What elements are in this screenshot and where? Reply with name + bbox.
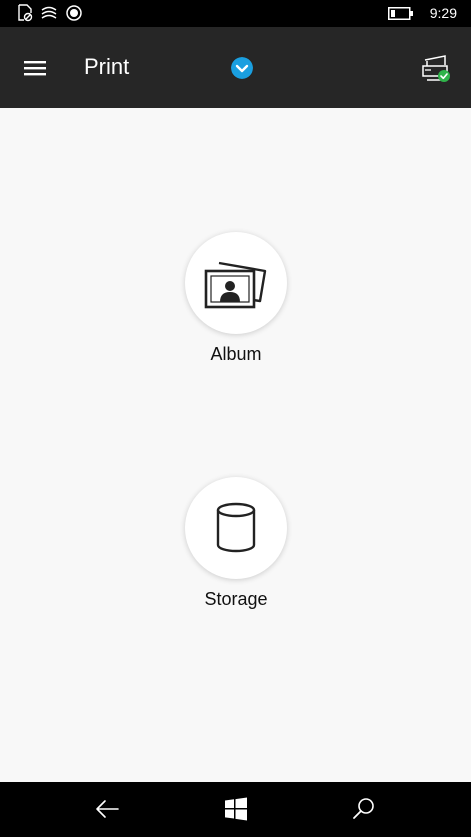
record-icon [66, 5, 82, 21]
clock: 9:29 [429, 5, 457, 21]
app-bar: Print [0, 27, 471, 108]
windows-start-icon[interactable] [224, 797, 248, 821]
album-button[interactable] [185, 232, 287, 334]
page-title: Print [84, 54, 130, 79]
storage-icon [216, 502, 256, 553]
back-arrow-icon[interactable] [94, 797, 120, 821]
storage-tile[interactable]: Storage [160, 477, 312, 610]
album-icon [204, 261, 267, 309]
chevron-down-icon[interactable] [231, 57, 253, 79]
storage-button[interactable] [185, 477, 287, 579]
navigation-bar [0, 782, 471, 837]
status-bar: 9:29 [0, 0, 471, 27]
album-tile[interactable]: Album [160, 232, 312, 365]
search-icon[interactable] [352, 797, 376, 821]
album-label: Album [210, 344, 262, 364]
hamburger-menu-icon[interactable] [22, 57, 48, 79]
main-content: Album Storage [0, 108, 471, 782]
storage-label: Storage [204, 589, 268, 609]
battery-icon [388, 7, 413, 20]
wifi-icon [41, 6, 57, 19]
notification-icon [18, 4, 33, 22]
printer-status-icon[interactable] [420, 54, 452, 84]
